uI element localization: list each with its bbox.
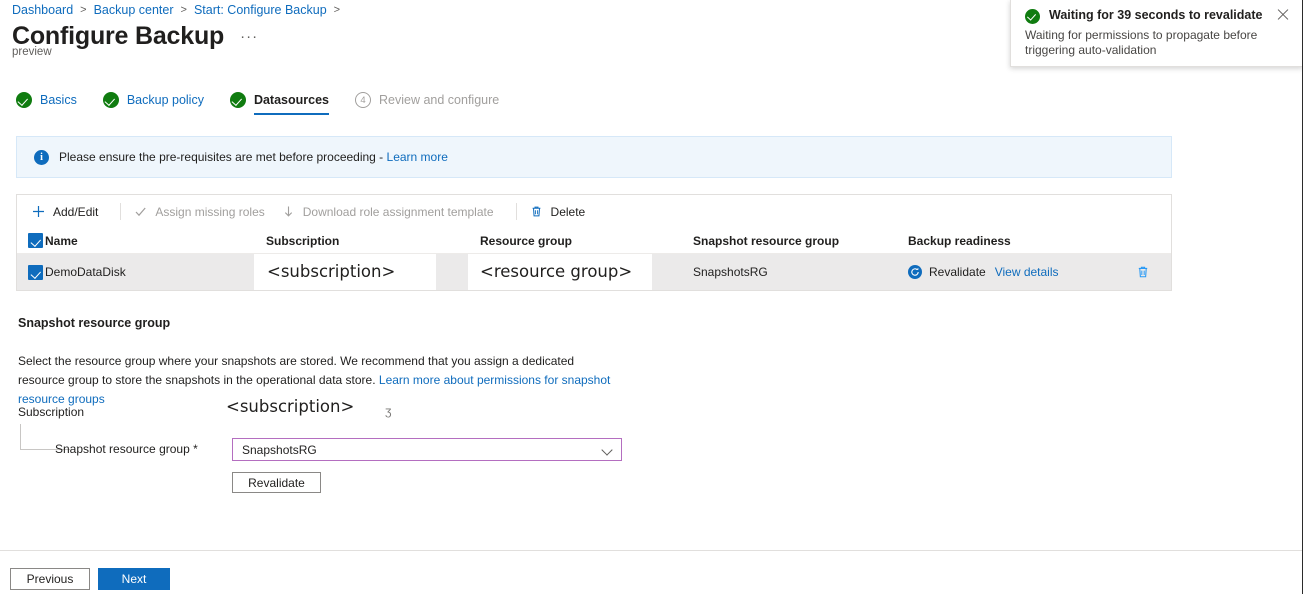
snapshot-resource-group-dropdown[interactable]: SnapshotsRG xyxy=(232,438,622,461)
step-number-badge: 4 xyxy=(355,92,371,108)
breadcrumb-item-dashboard[interactable]: Dashboard xyxy=(12,3,73,17)
wizard-steps: Basics Backup policy Datasources 4 Revie… xyxy=(16,92,525,115)
delete-button[interactable]: Delete xyxy=(526,201,595,222)
tree-connector xyxy=(20,424,52,450)
info-banner-message: Please ensure the pre-requisites are met… xyxy=(59,150,387,164)
row-checkbox[interactable] xyxy=(28,265,43,280)
wizard-step-review-and-configure[interactable]: 4 Review and configure xyxy=(355,92,499,115)
subscription-label: Subscription xyxy=(18,405,84,419)
add-edit-button[interactable]: Add/Edit xyxy=(28,201,107,222)
cell-backup-readiness: Revalidate View details xyxy=(908,265,1138,279)
cell-name: DemoDataDisk xyxy=(45,265,266,279)
wizard-step-label: Review and configure xyxy=(379,93,499,107)
more-options-icon[interactable]: ··· xyxy=(240,28,258,45)
download-template-label: Download role assignment template xyxy=(303,205,494,219)
cell-snapshot-resource-group: SnapshotsRG xyxy=(693,265,908,279)
add-edit-label: Add/Edit xyxy=(53,205,98,219)
check-icon xyxy=(103,92,119,108)
chevron-down-icon xyxy=(603,445,613,455)
breadcrumb-item-start-configure-backup[interactable]: Start: Configure Backup xyxy=(194,3,327,17)
info-banner-text: Please ensure the pre-requisites are met… xyxy=(59,150,448,164)
table-toolbar: Add/Edit Assign missing roles Download r… xyxy=(17,195,1171,228)
previous-button[interactable]: Previous xyxy=(10,568,90,590)
delete-label: Delete xyxy=(551,205,586,219)
wizard-step-label: Backup policy xyxy=(127,93,204,107)
toast-title: Waiting for 39 seconds to revalidate xyxy=(1049,8,1276,23)
stray-artifact-glyph: ʒ xyxy=(385,404,392,418)
snapshot-section-title: Snapshot resource group xyxy=(18,316,170,330)
toast-body: Waiting for permissions to propagate bef… xyxy=(1025,28,1293,58)
learn-more-link[interactable]: Learn more xyxy=(387,150,448,164)
breadcrumb-item-backup-center[interactable]: Backup center xyxy=(94,3,174,17)
subscription-value-placeholder: <subscription> xyxy=(226,397,354,416)
next-button[interactable]: Next xyxy=(98,568,170,590)
row-checkbox-cell xyxy=(17,265,45,280)
toolbar-divider xyxy=(120,203,121,220)
prerequisites-info-banner: Please ensure the pre-requisites are met… xyxy=(16,136,1172,178)
download-arrow-icon xyxy=(281,204,296,219)
row-delete-icon[interactable] xyxy=(1136,265,1150,284)
select-all-checkbox[interactable] xyxy=(28,233,43,248)
column-header-snapshot-resource-group[interactable]: Snapshot resource group xyxy=(693,234,908,248)
readiness-status-text: Revalidate xyxy=(929,265,986,279)
table-header-row: Name Subscription Resource group Snapsho… xyxy=(17,228,1171,254)
revalidate-icon xyxy=(908,265,922,279)
trash-icon xyxy=(529,204,544,219)
notification-toast: Waiting for 39 seconds to revalidate Wai… xyxy=(1010,0,1303,67)
info-icon xyxy=(34,150,49,165)
toast-header: Waiting for 39 seconds to revalidate xyxy=(1025,8,1290,24)
check-icon xyxy=(230,92,246,108)
breadcrumb-separator: > xyxy=(181,4,187,16)
revalidate-button[interactable]: Revalidate xyxy=(232,472,321,493)
column-header-backup-readiness[interactable]: Backup readiness xyxy=(908,234,1138,248)
select-all-checkbox-cell xyxy=(17,233,45,248)
column-header-resource-group[interactable]: Resource group xyxy=(480,234,693,248)
plus-icon xyxy=(31,204,46,219)
breadcrumb: Dashboard > Backup center > Start: Confi… xyxy=(12,0,347,20)
wizard-step-basics[interactable]: Basics xyxy=(16,92,77,115)
datasources-table-panel: Add/Edit Assign missing roles Download r… xyxy=(16,194,1172,291)
view-details-link[interactable]: View details xyxy=(995,265,1059,279)
cell-subscription-placeholder: <subscription> xyxy=(267,262,395,281)
wizard-step-datasources[interactable]: Datasources xyxy=(230,92,329,115)
table-row[interactable]: DemoDataDisk SnapshotsRG Revalidate View… xyxy=(17,254,1171,290)
assign-missing-roles-button[interactable]: Assign missing roles xyxy=(130,201,273,222)
snapshot-resource-group-label: Snapshot resource group * xyxy=(55,442,198,456)
breadcrumb-separator: > xyxy=(334,4,340,16)
toolbar-divider xyxy=(516,203,517,220)
success-check-icon xyxy=(1025,9,1040,24)
wizard-step-label: Datasources xyxy=(254,93,329,107)
breadcrumb-separator: > xyxy=(80,4,86,16)
check-icon xyxy=(133,204,148,219)
column-header-subscription[interactable]: Subscription xyxy=(266,234,480,248)
configure-backup-page: Dashboard > Backup center > Start: Confi… xyxy=(0,0,1307,594)
right-edge-gap xyxy=(1303,0,1307,594)
close-icon[interactable] xyxy=(1276,8,1290,22)
check-icon xyxy=(16,92,32,108)
wizard-step-label: Basics xyxy=(40,93,77,107)
download-role-assignment-template-button[interactable]: Download role assignment template xyxy=(278,201,503,222)
assign-missing-roles-label: Assign missing roles xyxy=(155,205,264,219)
snapshot-resource-group-value: SnapshotsRG xyxy=(242,443,603,457)
column-header-name[interactable]: Name xyxy=(45,234,266,248)
footer-divider xyxy=(0,550,1302,551)
cell-resource-group-placeholder: <resource group> xyxy=(480,262,632,281)
page-subtitle: preview xyxy=(12,46,52,58)
wizard-step-backup-policy[interactable]: Backup policy xyxy=(103,92,204,115)
